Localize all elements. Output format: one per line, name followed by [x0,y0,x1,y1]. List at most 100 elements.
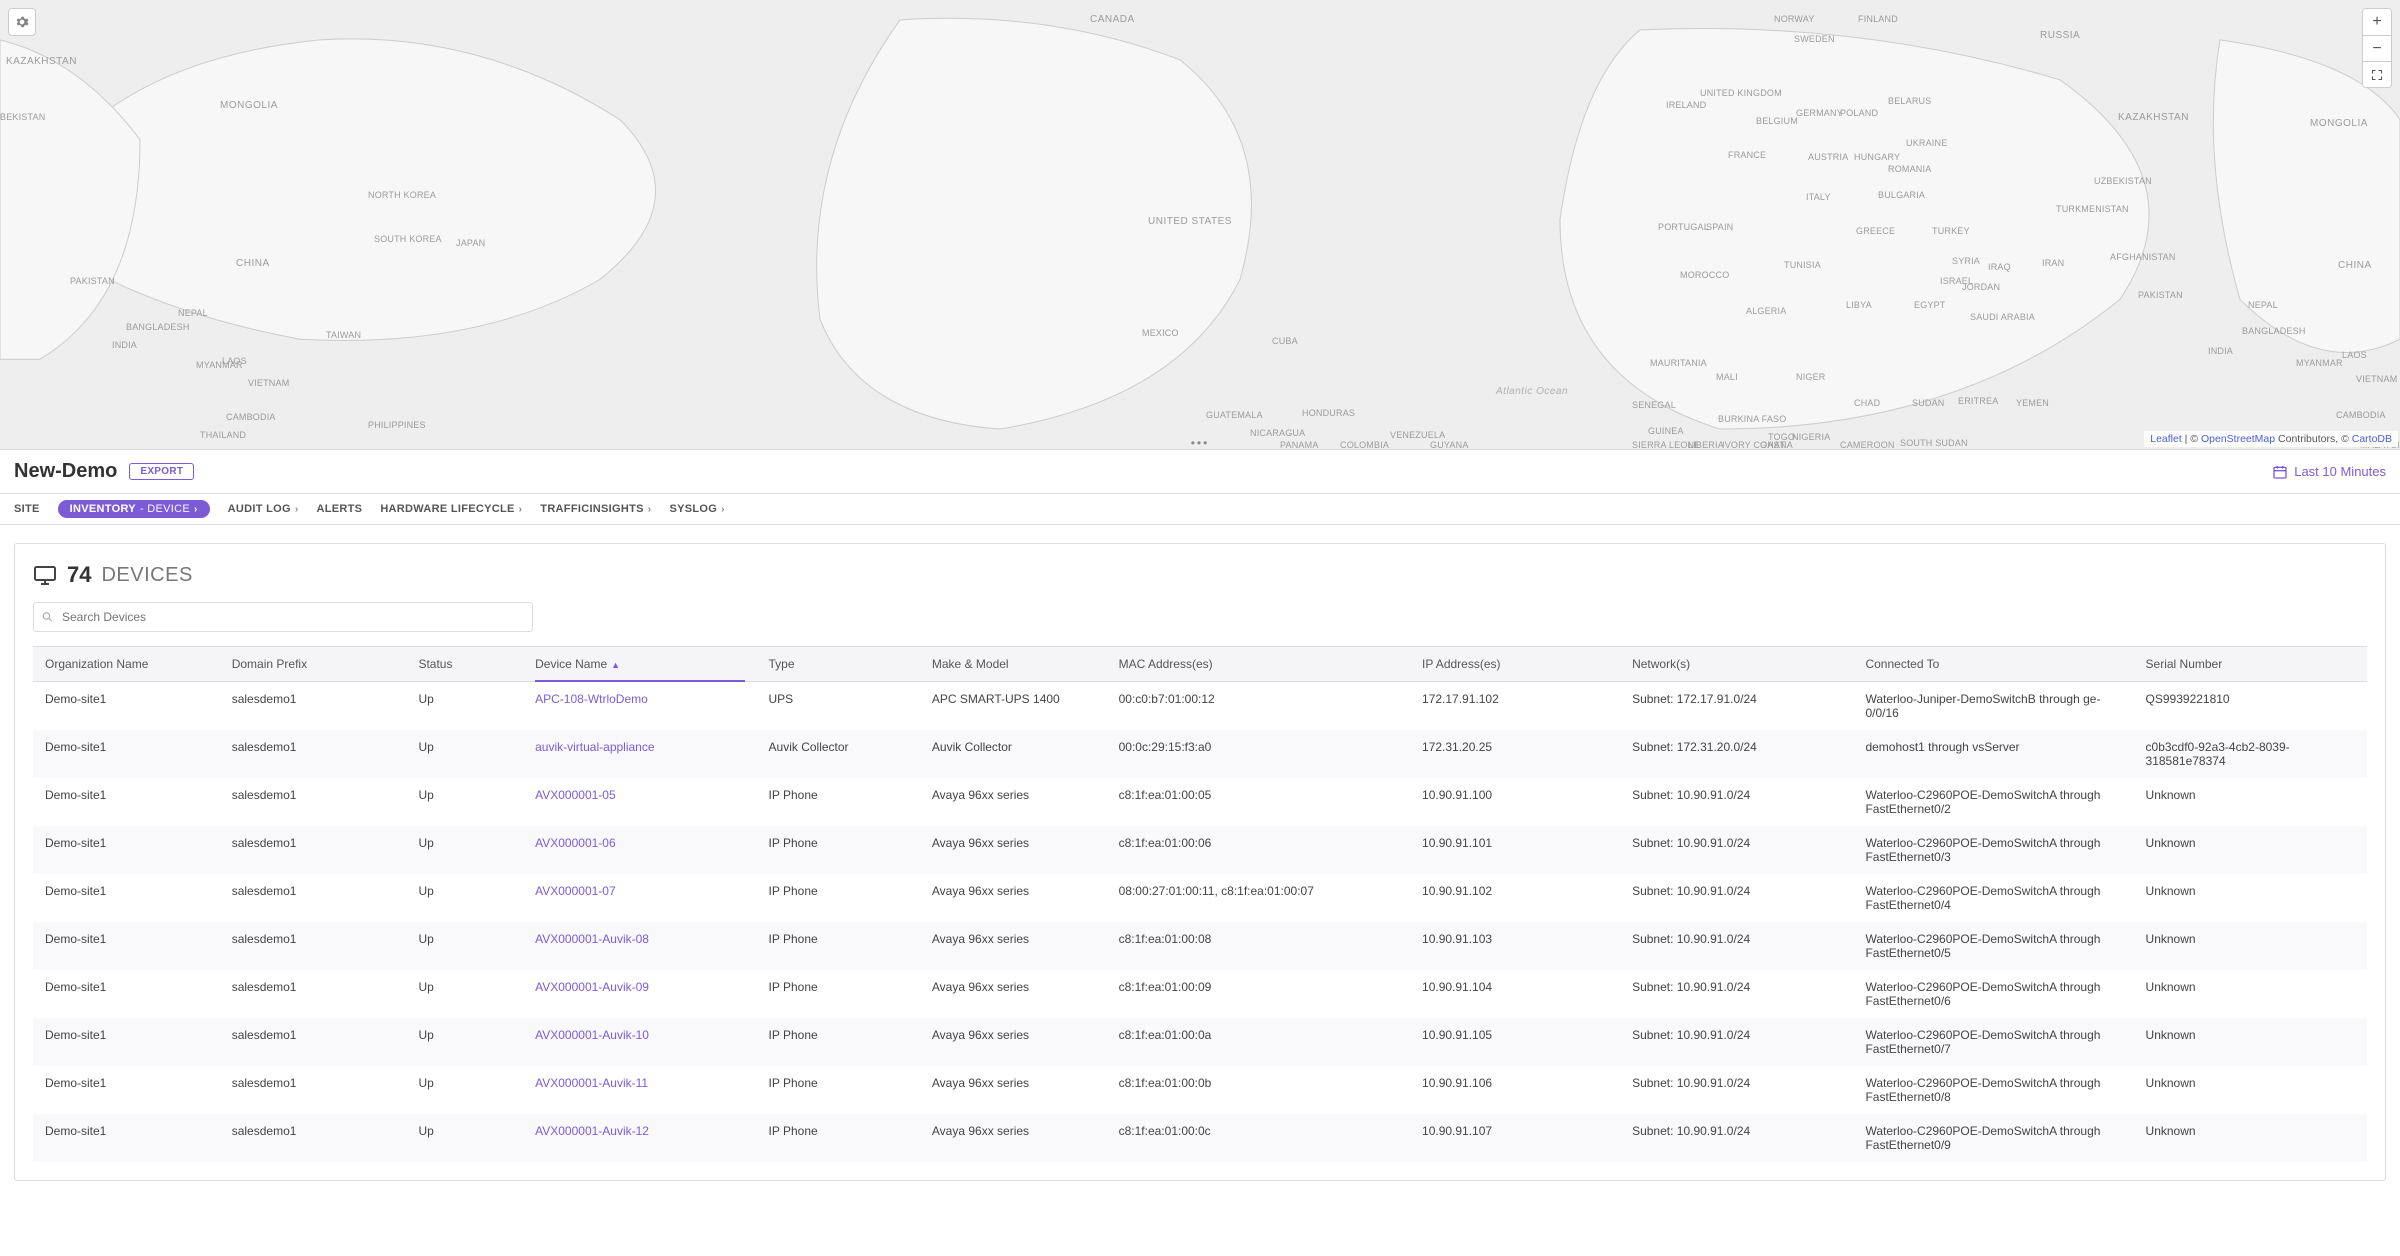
cell-make: Avaya 96xx series [920,970,1107,1018]
table-row[interactable]: Demo-site1salesdemo1UpAVX000001-Auvik-11… [33,1066,2367,1114]
map-region[interactable]: KAZAKHSTAN BEKISTAN MONGOLIA CHINA PAKIS… [0,0,2400,450]
col-connected-to[interactable]: Connected To [1853,647,2133,682]
map-label: SENEGAL [1632,400,1676,410]
map-label: BURKINA FASO [1718,414,1786,424]
table-row[interactable]: Demo-site1salesdemo1UpAVX000001-Auvik-09… [33,970,2367,1018]
col-serial-number[interactable]: Serial Number [2134,647,2367,682]
tab-bar: SITE INVENTORY - DEVICE › AUDIT LOG› ALE… [0,494,2400,525]
col-status[interactable]: Status [406,647,523,682]
table-row[interactable]: Demo-site1salesdemo1UpAVX000001-06IP Pho… [33,826,2367,874]
map-label: MOROCCO [1680,270,1729,280]
cell-serial: Unknown [2134,1066,2367,1114]
map-label: LIBERIA [1688,440,1724,450]
cell-ip: 172.17.91.102 [1410,682,1620,731]
tab-hardware-lifecycle[interactable]: HARDWARE LIFECYCLE› [380,503,522,515]
cell-mac: 08:00:27:01:00:11, c8:1f:ea:01:00:07 [1107,874,1410,922]
cell-conn: Waterloo-Juniper-DemoSwitchB through ge-… [1853,682,2133,731]
table-row[interactable]: Demo-site1salesdemo1UpAVX000001-Auvik-08… [33,922,2367,970]
col-mac-addresses[interactable]: MAC Address(es) [1107,647,1410,682]
fullscreen-button[interactable] [2363,61,2391,87]
tab-traffic-insights[interactable]: TRAFFICINSIGHTS› [540,503,651,515]
map-zoom-controls: + − [2362,8,2392,88]
map-label: MYANMAR [2296,358,2343,368]
col-domain-prefix[interactable]: Domain Prefix [220,647,407,682]
leaflet-link[interactable]: Leaflet [2150,433,2182,445]
cell-status: Up [406,922,523,970]
cell-status: Up [406,874,523,922]
col-ip-addresses[interactable]: IP Address(es) [1410,647,1620,682]
table-body: Demo-site1salesdemo1UpAPC-108-WtrloDemoU… [33,682,2367,1163]
cell-serial: Unknown [2134,874,2367,922]
map-label: VIETNAM [2356,374,2397,384]
cell-ip: 172.31.20.25 [1410,730,1620,778]
map-label: MONGOLIA [220,100,278,111]
tab-syslog[interactable]: SYSLOG› [669,503,724,515]
osm-link[interactable]: OpenStreetMap [2201,433,2275,445]
cell-device: AVX000001-Auvik-10 [523,1018,756,1066]
cell-type: IP Phone [757,826,920,874]
tab-site[interactable]: SITE [14,503,40,515]
col-make-model[interactable]: Make & Model [920,647,1107,682]
table-row[interactable]: Demo-site1salesdemo1UpAVX000001-05IP Pho… [33,778,2367,826]
cell-mac: 00:0c:29:15:f3:a0 [1107,730,1410,778]
cell-type: IP Phone [757,1066,920,1114]
export-button[interactable]: EXPORT [129,463,194,480]
table-header-row: Organization Name Domain Prefix Status D… [33,647,2367,682]
map-label: AFGHANISTAN [2110,252,2176,262]
cell-make: Avaya 96xx series [920,1018,1107,1066]
map-label: BANGLADESH [126,322,190,332]
map-label: PORTUGAL [1658,222,1709,232]
table-row[interactable]: Demo-site1salesdemo1UpAVX000001-07IP Pho… [33,874,2367,922]
cell-conn: Waterloo-C2960POE-DemoSwitchA through Fa… [1853,1018,2133,1066]
cell-net: Subnet: 10.90.91.0/24 [1620,1018,1853,1066]
cell-ip: 10.90.91.106 [1410,1066,1620,1114]
panel-heading: 74 DEVICES [33,562,2367,588]
map-label: NORTH KOREA [368,190,436,200]
time-range-picker[interactable]: Last 10 Minutes [2272,464,2386,480]
table-row[interactable]: Demo-site1salesdemo1Upauvik-virtual-appl… [33,730,2367,778]
zoom-in-button[interactable]: + [2363,9,2391,35]
cell-conn: Waterloo-C2960POE-DemoSwitchA through Fa… [1853,1114,2133,1162]
col-networks[interactable]: Network(s) [1620,647,1853,682]
map-label: SAUDI ARABIA [1970,312,2035,322]
cell-domain: salesdemo1 [220,970,407,1018]
col-type[interactable]: Type [757,647,920,682]
cell-serial: Unknown [2134,1114,2367,1162]
map-label: COLOMBIA [1340,440,1389,450]
map-settings-button[interactable] [8,8,36,36]
chevron-right-icon: › [295,504,299,515]
map-label: MAURITANIA [1650,358,1707,368]
gear-icon [15,15,29,29]
table-row[interactable]: Demo-site1salesdemo1UpAVX000001-Auvik-12… [33,1114,2367,1162]
zoom-out-button[interactable]: − [2363,35,2391,61]
map-label: CHAD [1854,398,1880,408]
table-row[interactable]: Demo-site1salesdemo1UpAVX000001-Auvik-10… [33,1018,2367,1066]
tab-audit-log[interactable]: AUDIT LOG› [228,503,299,515]
table-row[interactable]: Demo-site1salesdemo1UpAPC-108-WtrloDemoU… [33,682,2367,731]
cell-serial: Unknown [2134,922,2367,970]
map-label: YEMEN [2016,398,2049,408]
col-organization-name[interactable]: Organization Name [33,647,220,682]
map-label: RUSSIA [2040,30,2080,41]
col-device-name[interactable]: Device Name▲ [523,647,756,682]
map-label: TAIWAN [326,330,361,340]
calendar-icon [2272,464,2288,480]
search-input[interactable] [33,602,533,632]
cell-make: APC SMART-UPS 1400 [920,682,1107,731]
cell-device: AVX000001-07 [523,874,756,922]
cell-serial: Unknown [2134,826,2367,874]
map-label: UKRAINE [1906,138,1947,148]
tab-inventory[interactable]: INVENTORY - DEVICE › [58,500,210,518]
cell-make: Avaya 96xx series [920,922,1107,970]
map-label: PAKISTAN [70,276,115,286]
map-label: NEPAL [178,308,208,318]
map-label: PAKISTAN [2138,290,2183,300]
tab-alerts[interactable]: ALERTS [317,503,363,515]
cell-serial: Unknown [2134,1018,2367,1066]
cell-ip: 10.90.91.101 [1410,826,1620,874]
panel-resize-handle[interactable]: ••• [1181,436,1220,450]
cell-domain: salesdemo1 [220,730,407,778]
cell-domain: salesdemo1 [220,874,407,922]
map-label: NEPAL [2248,300,2278,310]
carto-link[interactable]: CartoDB [2352,433,2392,445]
